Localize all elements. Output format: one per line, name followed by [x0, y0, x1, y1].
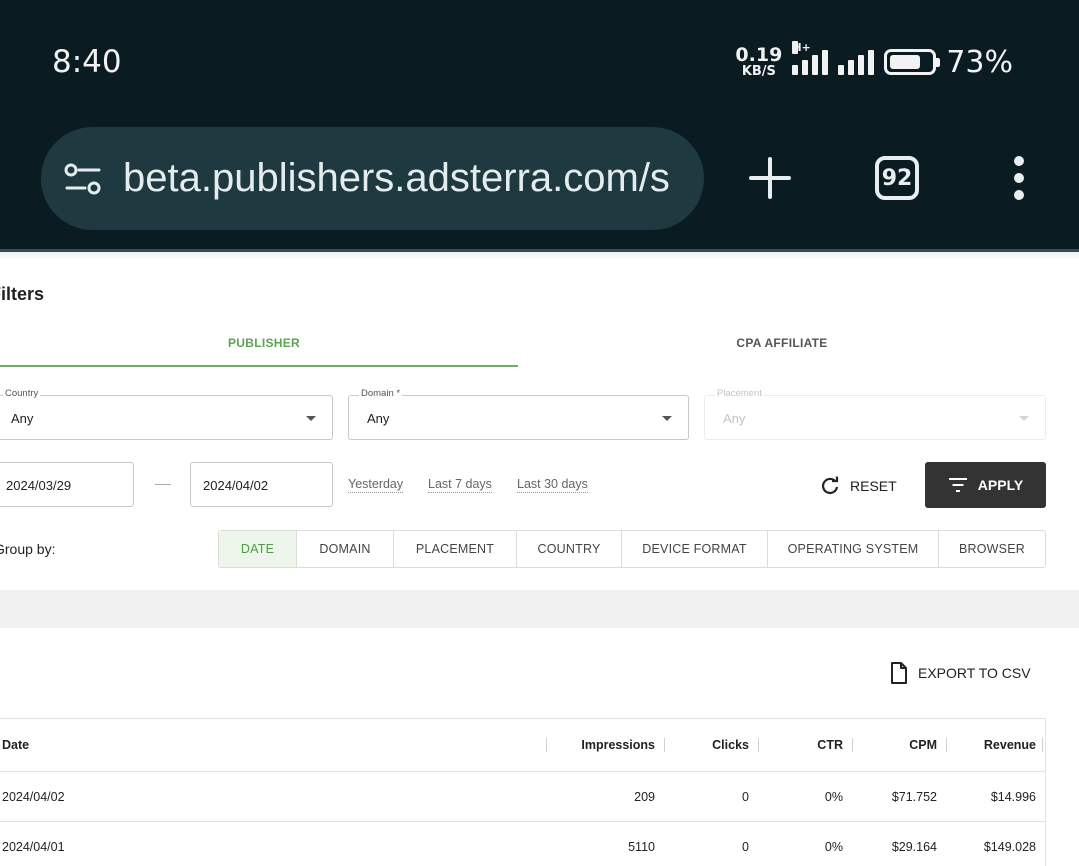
- column-header-impressions[interactable]: Impressions: [560, 719, 655, 771]
- country-label: Country: [3, 388, 41, 399]
- statistics-page: Filters PUBLISHER CPA AFFILIATE Country …: [0, 252, 1079, 866]
- browser-chrome: 8:40 0.19 KB/S H+ 73% beta.publishers.ad…: [0, 0, 1079, 250]
- table-row: 2024/04/01 5110 0 0% $29.164 $149.028: [0, 822, 1045, 866]
- network-speed-unit: KB/S: [741, 64, 776, 79]
- signal-h-plus-icon: H+: [792, 41, 829, 75]
- active-tab-indicator: [0, 365, 518, 367]
- signal-strength-icon: [838, 49, 875, 75]
- group-by-domain[interactable]: DOMAIN: [297, 531, 394, 567]
- date-range-dash: [155, 484, 171, 485]
- placement-value: Any: [723, 411, 746, 426]
- quick-range-yesterday[interactable]: Yesterday: [348, 477, 404, 493]
- group-by-placement[interactable]: PLACEMENT: [394, 531, 517, 567]
- cell-impressions: 209: [634, 789, 655, 804]
- filter-list-icon: [948, 478, 967, 492]
- cell-ctr: 0%: [824, 789, 843, 804]
- quick-range-last-30-days[interactable]: Last 30 days: [517, 477, 588, 493]
- cell-revenue: $14.996: [990, 789, 1036, 804]
- file-icon: [891, 662, 907, 684]
- column-header-date[interactable]: Date: [2, 719, 302, 771]
- more-vert-icon: [1014, 156, 1024, 200]
- tab-count: 92: [875, 156, 919, 200]
- date-to-value: 2024/04/02: [203, 478, 269, 493]
- reset-button[interactable]: RESET: [820, 474, 897, 498]
- cell-ctr: 0%: [824, 839, 843, 854]
- date-from-value: 2024/03/29: [6, 478, 72, 493]
- plus-icon: [749, 157, 791, 199]
- apply-label: APPLY: [977, 477, 1024, 493]
- placement-label: Placement: [715, 388, 764, 399]
- address-bar[interactable]: beta.publishers.adsterra.com/s: [41, 127, 704, 230]
- placement-select: Placement Any: [704, 388, 1046, 440]
- date-from-input[interactable]: 2024/03/29: [0, 462, 134, 507]
- cell-revenue: $149.028: [983, 839, 1036, 854]
- cell-cpm: $29.164: [891, 839, 937, 854]
- group-by-date[interactable]: DATE: [219, 531, 297, 567]
- cell-date: 2024/04/02: [2, 789, 65, 804]
- group-by-browser[interactable]: BROWSER: [939, 531, 1045, 567]
- column-header-clicks[interactable]: Clicks: [670, 719, 749, 771]
- quick-range-last-7-days[interactable]: Last 7 days: [428, 477, 492, 493]
- date-to-input[interactable]: 2024/04/02: [190, 462, 333, 507]
- column-resize-handle[interactable]: [758, 738, 759, 752]
- column-resize-handle[interactable]: [852, 738, 853, 752]
- refresh-icon: [821, 476, 839, 494]
- top-shadow: [0, 252, 1079, 260]
- tab-cpa-affiliate[interactable]: CPA AFFILIATE: [518, 336, 1046, 350]
- table-row: 2024/04/02 209 0 0% $71.752 $14.996: [0, 772, 1045, 822]
- network-type: H+: [792, 41, 811, 54]
- chevron-down-icon: [306, 416, 316, 421]
- group-by-country[interactable]: COUNTRY: [517, 531, 622, 567]
- section-divider: [0, 590, 1079, 628]
- cell-date: 2024/04/01: [2, 839, 65, 854]
- tab-switcher-button[interactable]: 92: [869, 150, 925, 206]
- tab-publisher[interactable]: PUBLISHER: [0, 336, 518, 350]
- network-speed-value: 0.19: [735, 44, 783, 66]
- domain-value: Any: [367, 411, 390, 426]
- column-resize-handle[interactable]: [1042, 738, 1043, 752]
- apply-button[interactable]: APPLY: [925, 462, 1046, 508]
- reset-label: RESET: [850, 478, 897, 494]
- column-header-revenue[interactable]: Revenue: [950, 719, 1036, 771]
- filters-title: Filters: [0, 284, 45, 304]
- battery-fill: [890, 55, 920, 69]
- cell-clicks: 0: [742, 839, 749, 854]
- cell-clicks: 0: [742, 789, 749, 804]
- status-icons: 0.19 KB/S H+ 73%: [735, 41, 1013, 80]
- url-text[interactable]: beta.publishers.adsterra.com/s: [123, 156, 683, 201]
- country-value: Any: [11, 411, 34, 426]
- column-resize-handle[interactable]: [664, 738, 665, 752]
- domain-select[interactable]: Domain * Any: [348, 388, 689, 440]
- export-label: EXPORT TO CSV: [918, 665, 1031, 681]
- site-settings-icon[interactable]: [61, 159, 105, 199]
- group-by-operating-system[interactable]: OPERATING SYSTEM: [768, 531, 939, 567]
- column-header-ctr[interactable]: CTR: [770, 719, 843, 771]
- chevron-down-icon: [1019, 416, 1029, 421]
- table-header-row: Date Impressions Clicks CTR CPM Revenue: [0, 719, 1045, 772]
- country-select[interactable]: Country Any: [0, 388, 333, 440]
- cell-cpm: $71.752: [891, 789, 937, 804]
- column-header-cpm[interactable]: CPM: [860, 719, 937, 771]
- battery-percent: 73%: [946, 44, 1013, 80]
- column-resize-handle[interactable]: [546, 738, 547, 752]
- group-by-device-format[interactable]: DEVICE FORMAT: [622, 531, 768, 567]
- cell-impressions: 5110: [628, 839, 655, 854]
- chevron-down-icon: [662, 416, 672, 421]
- network-speed: 0.19 KB/S: [735, 44, 783, 79]
- column-resize-handle[interactable]: [946, 738, 947, 752]
- browser-menu-button[interactable]: [991, 150, 1047, 206]
- export-csv-button[interactable]: EXPORT TO CSV: [890, 662, 1031, 684]
- battery-icon: [884, 49, 941, 75]
- group-by-toggle: DATE DOMAIN PLACEMENT COUNTRY DEVICE FOR…: [218, 530, 1046, 568]
- group-by-label: Group by:: [0, 541, 56, 557]
- report-table: Date Impressions Clicks CTR CPM Revenue …: [0, 718, 1046, 866]
- status-time: 8:40: [52, 44, 122, 80]
- new-tab-button[interactable]: [742, 150, 798, 206]
- domain-label: Domain *: [359, 388, 403, 399]
